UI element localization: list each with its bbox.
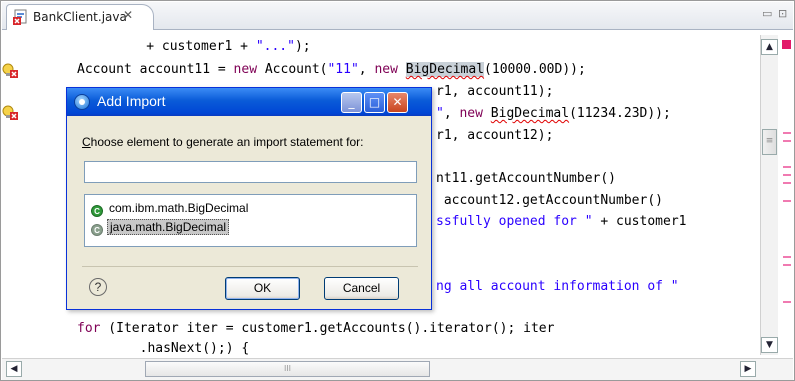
- class-icon: C: [91, 205, 103, 217]
- string-literal: "...": [255, 39, 295, 54]
- vertical-scrollbar[interactable]: ▲ ≡ ▼: [760, 35, 778, 355]
- code-line-10[interactable]: for (Iterator iter = customer1.getAccoun…: [77, 318, 554, 340]
- code-line-11[interactable]: .hasNext();) {: [77, 338, 250, 360]
- keyword: new: [233, 62, 258, 77]
- code-text: Account(: [257, 62, 328, 77]
- vertical-scroll-thumb[interactable]: ≡: [762, 129, 777, 155]
- minimize-button[interactable]: _: [341, 92, 362, 113]
- tab-close-icon[interactable]: ✕: [123, 8, 133, 22]
- overview-marker[interactable]: [783, 140, 791, 142]
- scroll-left-icon[interactable]: ◀: [6, 361, 22, 377]
- list-item[interactable]: Cjava.math.BigDecimal: [91, 218, 230, 236]
- code-line-4[interactable]: ", new BigDecimal(11234.23D));: [436, 103, 671, 125]
- list-item-label: java.math.BigDecimal: [107, 219, 230, 235]
- overview-marker[interactable]: [783, 174, 791, 176]
- tab-bankclient[interactable]: BankClient.java ✕: [6, 4, 154, 30]
- mnemonic-char: C: [82, 135, 91, 149]
- code-line-2[interactable]: Account account11 = new Account("11", ne…: [77, 59, 586, 81]
- list-item[interactable]: Ccom.ibm.math.BigDecimal: [91, 199, 250, 217]
- string-literal: ": [436, 106, 444, 121]
- keyword: new: [459, 106, 483, 121]
- filter-input[interactable]: [84, 161, 417, 183]
- overview-marker[interactable]: [783, 166, 791, 168]
- scroll-up-icon[interactable]: ▲: [761, 39, 778, 55]
- unresolved-type[interactable]: BigDecimal: [491, 106, 569, 121]
- vertical-ruler: [2, 30, 20, 358]
- code-text: (10000.00D));: [484, 62, 586, 77]
- code-text: ,: [443, 106, 460, 121]
- code-text: (Iterator iter = customer1.getAccounts()…: [100, 321, 555, 336]
- string-literal: ng all account information of ": [436, 279, 679, 294]
- error-lightbulb-icon[interactable]: [2, 105, 20, 121]
- keyword: for: [77, 321, 101, 336]
- horizontal-scroll-thumb[interactable]: III: [145, 361, 430, 377]
- maximize-button[interactable]: □: [364, 92, 385, 113]
- scroll-down-icon[interactable]: ▼: [761, 337, 778, 353]
- list-item-label: com.ibm.math.BigDecimal: [109, 201, 249, 215]
- add-import-dialog: Add Import _ □ ✕ Choose element to gener…: [66, 87, 432, 310]
- java-file-error-icon: [13, 9, 29, 29]
- editor-tab-bar: BankClient.java ✕ ▭ ⊡: [2, 2, 793, 30]
- code-text: (11234.23D));: [569, 106, 671, 121]
- divider: [82, 266, 418, 267]
- code-text: account12.getAccountNumber(): [436, 193, 663, 208]
- overview-marker[interactable]: [783, 200, 791, 202]
- dialog-prompt: Choose element to generate an import sta…: [82, 135, 364, 149]
- code-line-7[interactable]: account12.getAccountNumber(): [436, 190, 663, 212]
- code-text: Account account11 =: [77, 62, 234, 77]
- code-text: r1, account12);: [436, 128, 554, 143]
- code-line-1[interactable]: + customer1 + "...");: [21, 36, 311, 58]
- code-text: ,: [358, 62, 375, 77]
- code-text: nt11.getAccountNumber(): [436, 171, 617, 186]
- help-icon[interactable]: ?: [89, 278, 107, 296]
- dialog-title: Add Import: [97, 93, 166, 109]
- horizontal-scrollbar[interactable]: ◀ III ▶: [2, 358, 793, 380]
- tab-label: BankClient.java: [33, 10, 127, 24]
- code-line-8[interactable]: ssfully opened for " + customer1: [436, 211, 686, 233]
- minimize-icon[interactable]: ▭: [762, 7, 772, 20]
- unresolved-type[interactable]: BigDecimal: [405, 62, 485, 77]
- code-line-9[interactable]: ng all account information of ": [436, 276, 679, 298]
- code-text: .hasNext();) {: [77, 341, 250, 356]
- code-text: + customer1 +: [21, 39, 256, 54]
- overview-marker[interactable]: [783, 256, 791, 258]
- overview-ruler: [779, 35, 793, 357]
- class-icon: C: [91, 224, 103, 236]
- type-list[interactable]: Ccom.ibm.math.BigDecimal Cjava.math.BigD…: [84, 194, 417, 247]
- dialog-title-bar[interactable]: Add Import _ □ ✕: [67, 88, 431, 116]
- prompt-text: hoose element to generate an import stat…: [90, 135, 364, 149]
- code-text: r1, account11);: [436, 84, 554, 99]
- code-line-6[interactable]: nt11.getAccountNumber(): [436, 168, 616, 190]
- error-lightbulb-icon[interactable]: [2, 63, 20, 79]
- close-button[interactable]: ✕: [387, 92, 408, 113]
- overview-marker[interactable]: [783, 182, 791, 184]
- code-text: );: [294, 39, 311, 54]
- eclipse-icon: [74, 94, 90, 110]
- overview-marker[interactable]: [783, 264, 791, 266]
- overview-marker[interactable]: [783, 301, 791, 303]
- ok-button[interactable]: OK: [225, 277, 300, 300]
- maximize-icon[interactable]: ⊡: [778, 7, 787, 20]
- overview-marker[interactable]: [783, 132, 791, 134]
- cancel-button[interactable]: Cancel: [324, 277, 399, 300]
- code-line-5[interactable]: r1, account12);: [436, 125, 553, 147]
- scroll-right-icon[interactable]: ▶: [740, 361, 756, 377]
- code-text: + customer1: [592, 214, 687, 229]
- string-literal: ssfully opened for ": [436, 214, 593, 229]
- error-summary-marker[interactable]: [782, 40, 791, 49]
- keyword: new: [374, 62, 398, 77]
- string-literal: "11": [327, 62, 359, 77]
- code-line-3[interactable]: r1, account11);: [436, 81, 553, 103]
